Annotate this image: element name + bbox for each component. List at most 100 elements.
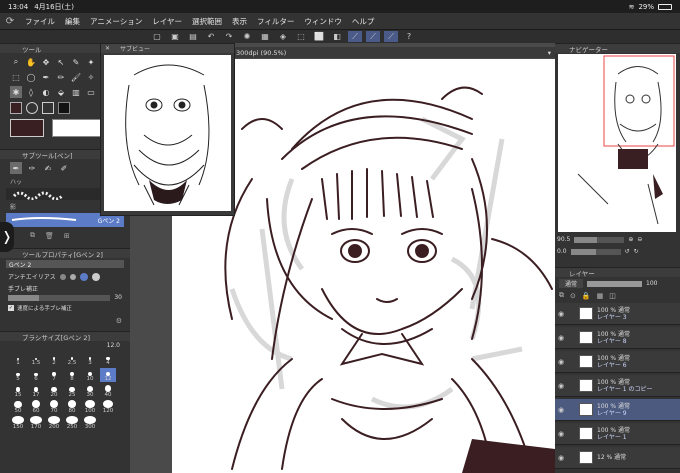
undo-icon[interactable]: ↶	[204, 31, 218, 42]
copy-subtool-icon[interactable]: ⧉	[30, 231, 35, 240]
tab-hatching[interactable]: ハッ	[10, 177, 22, 186]
save-icon[interactable]: ▤	[186, 31, 200, 42]
swatch-icon[interactable]	[42, 102, 54, 114]
stabilization-slider[interactable]	[8, 294, 111, 301]
operation-icon[interactable]: ↖	[55, 56, 67, 68]
brushsize-option[interactable]: 70	[46, 400, 62, 414]
blend-mode-select[interactable]: 通常	[559, 279, 584, 288]
menu-file[interactable]: ファイル	[20, 16, 60, 27]
tab-chevron-down-icon[interactable]: ▾	[548, 49, 551, 57]
transform-icon[interactable]: ⬚	[294, 31, 308, 42]
decoration-icon[interactable]: ✱	[10, 86, 22, 98]
menu-view[interactable]: 表示	[227, 16, 252, 27]
fill-icon[interactable]: ◈	[276, 31, 290, 42]
brushsize-option[interactable]: 17	[28, 384, 44, 398]
pen-group-icon[interactable]: ✒	[10, 162, 22, 174]
layer-row[interactable]: ◉ 100 % 通常 レイヤー 6	[555, 351, 680, 373]
lasso-icon[interactable]: ◯	[25, 71, 37, 83]
pen-icon[interactable]: ✒	[40, 71, 52, 83]
sub-color-swatch[interactable]	[52, 119, 102, 137]
zoom-out-icon[interactable]: ⊖	[637, 236, 642, 243]
navigator-preview[interactable]	[558, 54, 676, 232]
brushsize-option[interactable]: 100	[82, 400, 98, 414]
settings-icon[interactable]: ✺	[240, 31, 254, 42]
eye-icon[interactable]: ◉	[555, 358, 567, 366]
eye-icon[interactable]: ◉	[555, 382, 567, 390]
circle-color-chip[interactable]	[26, 102, 38, 114]
rotate-right-icon[interactable]: ↻	[634, 248, 639, 255]
brushsize-option[interactable]: 200	[46, 416, 62, 430]
clear-icon[interactable]: ▦	[258, 31, 272, 42]
zoom-icon[interactable]: ⌕	[10, 56, 22, 68]
brushsize-option[interactable]: 40	[100, 384, 116, 398]
eye-icon[interactable]: ◉	[555, 406, 567, 414]
layer-row[interactable]: ◉ 100 % 通常 レイヤー 1	[555, 423, 680, 445]
menu-help[interactable]: ヘルプ	[347, 16, 380, 27]
brushsize-option[interactable]: 170	[28, 416, 44, 430]
airbrush-icon[interactable]: ✧	[85, 71, 97, 83]
brushsize-option[interactable]: 12	[100, 368, 116, 382]
brushsize-option[interactable]: 5	[10, 368, 26, 382]
black-chip[interactable]	[58, 102, 70, 114]
magic-wand-icon[interactable]: ✦	[85, 56, 97, 68]
lock-icon[interactable]: 🔒	[582, 292, 591, 300]
zoom-in-icon[interactable]: ⊕	[628, 236, 633, 243]
pencil-icon[interactable]: ✏	[55, 71, 67, 83]
fill-bucket-icon[interactable]: ⬙	[55, 86, 67, 98]
layer-row[interactable]: ◉ 100 % 通常 レイヤー 8	[555, 327, 680, 349]
figure-icon[interactable]: ▭	[85, 86, 97, 98]
layer-row[interactable]: ◉ 100 % 通常 レイヤー 9	[555, 399, 680, 421]
snap-grid-icon[interactable]: ⟋	[384, 31, 398, 42]
gradient-icon[interactable]: ▥	[70, 86, 82, 98]
brushsize-option[interactable]: 300	[82, 416, 98, 430]
brushsize-option[interactable]: 2	[46, 352, 62, 366]
redo-icon[interactable]: ↷	[222, 31, 236, 42]
brushsize-option[interactable]: 30	[82, 384, 98, 398]
eye-icon[interactable]: ◉	[555, 310, 567, 318]
brushsize-option[interactable]: 60	[28, 400, 44, 414]
help-icon[interactable]: ?	[402, 31, 416, 42]
main-color-swatch[interactable]	[10, 119, 44, 137]
lock-alpha-icon[interactable]: ▦	[597, 292, 604, 300]
speed-stab-checkbox[interactable]: ✓	[8, 305, 14, 311]
move-icon[interactable]: ✥	[40, 56, 52, 68]
brushsize-option[interactable]: 150	[10, 416, 26, 430]
new-icon[interactable]: ▢	[150, 31, 164, 42]
aa-weak-icon[interactable]	[69, 273, 76, 280]
canvas-tab[interactable]: 300dpi (90.5%) ▾	[230, 47, 555, 58]
blend-icon[interactable]: ◐	[40, 86, 52, 98]
eye-icon[interactable]: ◉	[555, 454, 567, 462]
rotate-left-icon[interactable]: ↺	[625, 248, 630, 255]
selection-icon[interactable]: ⬚	[10, 71, 22, 83]
aa-strong-icon[interactable]	[91, 272, 100, 281]
brushsize-option[interactable]: 15	[10, 384, 26, 398]
brushsize-option[interactable]: 2.5	[64, 352, 80, 366]
eye-icon[interactable]: ◉	[555, 334, 567, 342]
main-color-chip[interactable]	[10, 102, 22, 114]
deselect-icon[interactable]: ⬜	[312, 31, 326, 42]
angle-slider[interactable]	[570, 248, 621, 255]
snap-icon[interactable]: ⟋	[348, 31, 362, 42]
add-icon[interactable]: ⊞	[64, 232, 70, 240]
brushsize-option[interactable]: 80	[64, 400, 80, 414]
invert-icon[interactable]: ◧	[330, 31, 344, 42]
close-icon[interactable]: ✕	[105, 45, 110, 52]
menu-selection[interactable]: 選択範囲	[187, 16, 227, 27]
hand-icon[interactable]: ✋	[25, 56, 37, 68]
subview-image[interactable]	[104, 55, 231, 211]
brushsize-option[interactable]: 50	[10, 400, 26, 414]
brushsize-option[interactable]: 120	[100, 400, 116, 414]
aa-none-icon[interactable]	[59, 273, 66, 280]
menu-layer[interactable]: レイヤー	[147, 16, 187, 27]
menu-animation[interactable]: アニメーション	[85, 16, 147, 27]
menu-edit[interactable]: 編集	[60, 16, 85, 27]
mask-icon[interactable]: ◫	[609, 292, 616, 300]
reference-icon[interactable]: ⊙	[570, 292, 576, 300]
layer-row[interactable]: ◉ 12 % 通常	[555, 447, 680, 469]
menu-filter[interactable]: フィルター	[252, 16, 299, 27]
layer-row[interactable]: ◉ 100 % 通常 レイヤー 1 のコピー	[555, 375, 680, 397]
brushsize-option[interactable]: 3	[82, 352, 98, 366]
trash-icon[interactable]: 🗑	[45, 232, 54, 240]
brushsize-option[interactable]: 10	[82, 368, 98, 382]
panel-toggle-handle[interactable]: ❭	[0, 222, 14, 252]
